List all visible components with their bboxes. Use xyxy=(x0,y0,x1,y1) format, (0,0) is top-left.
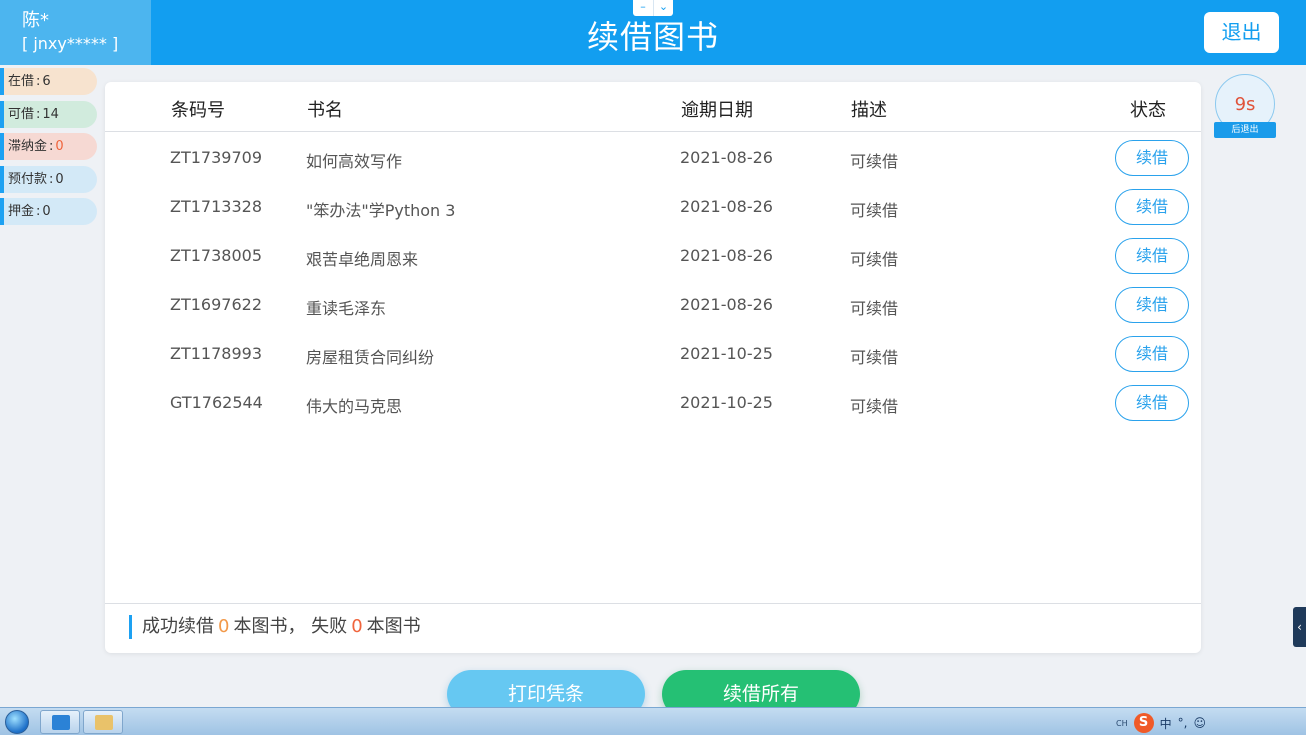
window-collapse-icon[interactable]: ⌄ xyxy=(653,0,673,16)
summary-middle: 本图书， 失败 xyxy=(233,616,348,637)
ime-logo-icon[interactable]: S xyxy=(1133,713,1154,733)
barcode-cell: ZT1738005 xyxy=(170,246,262,265)
renew-button[interactable]: 续借 xyxy=(1115,140,1189,176)
due-date-cell: 2021-10-25 xyxy=(680,393,773,412)
system-tray: CH S 中 °, ☺ xyxy=(1116,713,1206,733)
top-bar: 陈* [ jnxy***** ] 续借图书 – ⌄ 退出 xyxy=(0,0,1306,65)
timer-value: 9s xyxy=(1234,94,1256,115)
renew-summary: 成功续借 0 本图书， 失败 0 本图书 xyxy=(129,615,421,639)
stat-label: 押金 xyxy=(8,204,35,219)
os-taskbar: CH S 中 °, ☺ xyxy=(0,707,1306,735)
stat-label: 在借 xyxy=(8,74,35,89)
logout-button[interactable]: 退出 xyxy=(1204,12,1279,53)
title-cell: 房屋租赁合同纠纷 xyxy=(306,348,435,367)
description-cell: 可续借 xyxy=(850,348,899,367)
stat-deposit: 押金:0 xyxy=(0,198,97,225)
auto-logout-timer: 9s 后退出 xyxy=(1214,74,1276,138)
window-minimize-icon[interactable]: – xyxy=(633,0,653,16)
renew-button[interactable]: 续借 xyxy=(1115,189,1189,225)
app-icon xyxy=(52,715,70,730)
description-cell: 可续借 xyxy=(850,299,899,318)
table-row: ZT1739709 如何高效写作 2021-08-26 可续借 续借 xyxy=(105,133,1201,182)
stat-late-fee: 滞纳金:0 xyxy=(0,133,97,160)
table-row: ZT1697622 重读毛泽东 2021-08-26 可续借 续借 xyxy=(105,280,1201,329)
column-status: 状态 xyxy=(1130,100,1166,121)
barcode-cell: ZT1178993 xyxy=(170,344,262,363)
page-title: 续借图书 xyxy=(586,18,719,56)
due-date-cell: 2021-08-26 xyxy=(680,295,773,314)
barcode-cell: ZT1739709 xyxy=(170,148,262,167)
windows-start-icon[interactable] xyxy=(5,710,29,734)
stat-value: 0 xyxy=(42,204,51,219)
ime-punctuation[interactable]: °, xyxy=(1178,716,1188,730)
table-header: 条码号 书名 逾期日期 描述 状态 xyxy=(105,82,1201,132)
renew-button[interactable]: 续借 xyxy=(1115,238,1189,274)
column-description: 描述 xyxy=(851,100,887,121)
stat-value: 0 xyxy=(55,139,64,154)
due-date-cell: 2021-08-26 xyxy=(680,246,773,265)
fail-count: 0 xyxy=(351,616,363,637)
chevron-left-icon[interactable]: ‹ xyxy=(1293,607,1306,647)
barcode-cell: ZT1713328 xyxy=(170,197,262,216)
timer-label: 后退出 xyxy=(1214,122,1276,138)
account-stats: 在借:6 可借:14 滞纳金:0 预付款:0 押金:0 xyxy=(0,68,97,231)
column-title: 书名 xyxy=(307,100,343,121)
stat-prepayment: 预付款:0 xyxy=(0,165,97,193)
title-cell: 伟大的马克思 xyxy=(306,397,403,416)
renew-button[interactable]: 续借 xyxy=(1115,336,1189,372)
renew-button[interactable]: 续借 xyxy=(1115,287,1189,323)
title-cell: 艰苦卓绝周恩来 xyxy=(306,250,419,269)
stat-value: 0 xyxy=(55,171,64,187)
stat-label: 可借 xyxy=(8,106,35,122)
renew-panel: 条码号 书名 逾期日期 描述 状态 ZT1739709 如何高效写作 2021-… xyxy=(105,82,1201,653)
stat-value: 6 xyxy=(42,74,51,89)
due-date-cell: 2021-08-26 xyxy=(680,197,773,216)
summary-suffix: 本图书 xyxy=(366,616,421,637)
folder-icon xyxy=(95,715,113,730)
ime-mode[interactable]: 中 xyxy=(1160,715,1172,732)
due-date-cell: 2021-08-26 xyxy=(680,148,773,167)
title-cell: 重读毛泽东 xyxy=(306,299,387,318)
tray-language[interactable]: CH xyxy=(1116,719,1128,728)
barcode-cell: GT1762544 xyxy=(170,393,263,412)
stat-available: 可借:14 xyxy=(0,100,97,128)
window-controls: – ⌄ xyxy=(633,0,673,16)
description-cell: 可续借 xyxy=(850,397,899,416)
table-row: GT1762544 伟大的马克思 2021-10-25 可续借 续借 xyxy=(105,378,1201,427)
title-cell: 如何高效写作 xyxy=(306,152,403,171)
due-date-cell: 2021-10-25 xyxy=(680,344,773,363)
stat-label: 预付款 xyxy=(8,171,48,187)
column-barcode: 条码号 xyxy=(171,100,225,121)
stat-value: 14 xyxy=(42,106,59,122)
barcode-cell: ZT1697622 xyxy=(170,295,262,314)
description-cell: 可续借 xyxy=(850,201,899,220)
column-due-date: 逾期日期 xyxy=(681,100,753,121)
taskbar-app-button[interactable] xyxy=(40,710,80,734)
title-cell: "笨办法"学Python 3 xyxy=(306,201,456,220)
description-cell: 可续借 xyxy=(850,250,899,269)
renew-button[interactable]: 续借 xyxy=(1115,385,1189,421)
summary-prefix: 成功续借 xyxy=(142,616,214,637)
divider xyxy=(105,603,1201,604)
description-cell: 可续借 xyxy=(850,152,899,171)
taskbar-folder-button[interactable] xyxy=(83,710,123,734)
success-count: 0 xyxy=(218,616,230,637)
table-row: ZT1713328 "笨办法"学Python 3 2021-08-26 可续借 … xyxy=(105,182,1201,231)
ime-emoji-icon[interactable]: ☺ xyxy=(1193,716,1206,730)
table-row: ZT1178993 房屋租赁合同纠纷 2021-10-25 可续借 续借 xyxy=(105,329,1201,378)
stat-borrowed: 在借:6 xyxy=(0,68,97,95)
stat-label: 滞纳金 xyxy=(8,139,48,154)
table-row: ZT1738005 艰苦卓绝周恩来 2021-08-26 可续借 续借 xyxy=(105,231,1201,280)
